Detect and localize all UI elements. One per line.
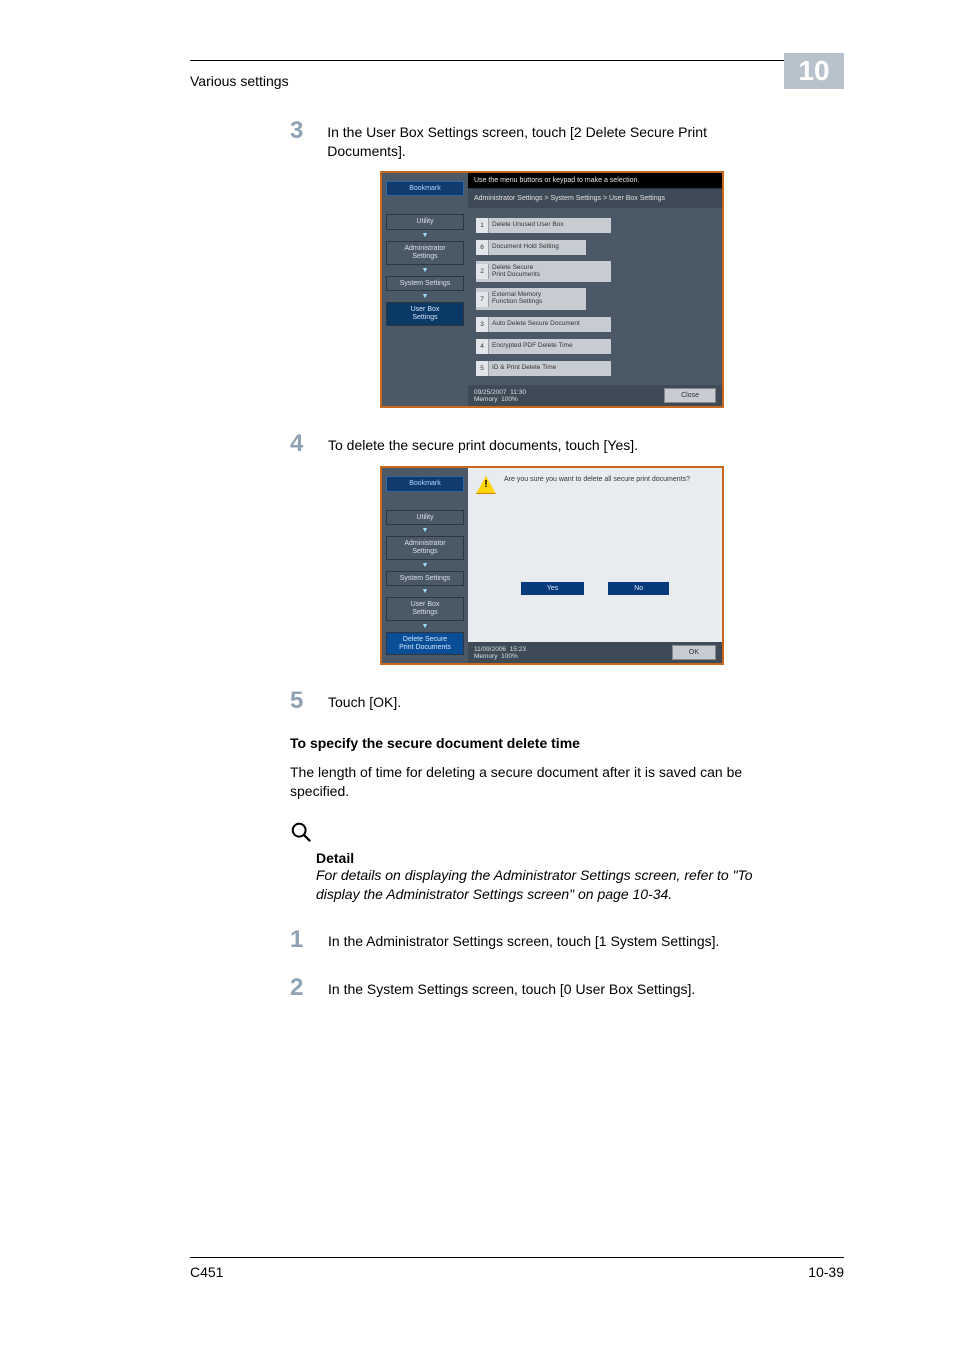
step-number-2: 2 [290,976,328,1000]
breadcrumb: Administrator Settings > System Settings… [468,188,722,208]
step-text-1: In the Administrator Settings screen, to… [328,928,719,952]
step-number-1: 1 [290,928,328,952]
user-box-settings-screenshot: Bookmark Utility ▼ Administrator Setting… [380,171,724,408]
menu-id-print-delete-time[interactable]: 5ID & Print Delete Time [476,361,611,376]
nav-user-box-settings[interactable]: User Box Settings [386,302,464,325]
bookmark-button[interactable]: Bookmark [386,476,464,492]
status-left: 11/09/2006 15:23 Memory 100% [474,646,526,660]
page-header-title: Various settings [190,73,289,89]
step-number-5: 5 [290,689,328,713]
chevron-down-icon: ▼ [386,623,464,630]
nav-user-box-settings[interactable]: User Box Settings [386,597,464,620]
detail-body: For details on displaying the Administra… [316,866,780,904]
breadcrumb-nav: Bookmark Utility ▼ Administrator Setting… [382,468,468,663]
chevron-down-icon: ▼ [386,588,464,595]
chevron-down-icon: ▼ [386,562,464,569]
confirmation-message: Are you sure you want to delete all secu… [504,476,690,483]
no-button[interactable]: No [608,582,669,595]
step-number-3: 3 [290,119,327,161]
menu-external-memory-function[interactable]: 7External Memory Function Settings [476,288,586,310]
nav-utility[interactable]: Utility [386,214,464,230]
menu-delete-unused-user-box[interactable]: 1Delete Unused User Box [476,218,611,233]
chevron-down-icon: ▼ [386,267,464,274]
detail-heading: Detail [316,850,780,866]
menu-delete-secure-print-documents[interactable]: 2Delete Secure Print Documents [476,261,611,283]
section-paragraph: The length of time for deleting a secure… [290,763,780,801]
hint-bar: Use the menu buttons or keypad to make a… [468,173,722,188]
nav-utility[interactable]: Utility [386,510,464,526]
footer-model: C451 [190,1264,223,1280]
nav-system-settings[interactable]: System Settings [386,276,464,292]
menu-encrypted-pdf-delete-time[interactable]: 4Encrypted PDF Delete Time [476,339,611,354]
section-subheading: To specify the secure document delete ti… [290,735,580,751]
menu-grid: 1Delete Unused User Box 6Document Hold S… [468,208,722,385]
step-text-5: Touch [OK]. [328,689,401,713]
chapter-number-badge: 10 [784,53,844,89]
bookmark-button[interactable]: Bookmark [386,181,464,197]
warning-icon [476,476,496,494]
ok-button[interactable]: OK [672,645,716,660]
chevron-down-icon: ▼ [386,527,464,534]
step-text-4: To delete the secure print documents, to… [328,432,638,456]
nav-admin-settings[interactable]: Administrator Settings [386,241,464,264]
yes-button[interactable]: Yes [521,582,584,595]
magnifier-icon [290,821,312,843]
status-left: 09/25/2007 11:30 Memory 100% [474,389,526,403]
menu-auto-delete-secure-document[interactable]: 3Auto Delete Secure Document [476,317,611,332]
confirmation-dialog-screenshot: Bookmark Utility ▼ Administrator Setting… [380,466,724,665]
menu-document-hold-setting[interactable]: 6Document Hold Setting [476,240,586,255]
footer-page: 10-39 [808,1264,844,1280]
breadcrumb-nav: Bookmark Utility ▼ Administrator Setting… [382,173,468,406]
step-text-3: In the User Box Settings screen, touch [… [327,119,780,161]
close-button[interactable]: Close [664,388,716,403]
step-number-4: 4 [290,432,328,456]
nav-admin-settings[interactable]: Administrator Settings [386,536,464,559]
nav-system-settings[interactable]: System Settings [386,571,464,587]
nav-delete-secure-print-documents[interactable]: Delete Secure Print Documents [386,632,464,655]
chevron-down-icon: ▼ [386,232,464,239]
step-text-2: In the System Settings screen, touch [0 … [328,976,695,1000]
chevron-down-icon: ▼ [386,293,464,300]
